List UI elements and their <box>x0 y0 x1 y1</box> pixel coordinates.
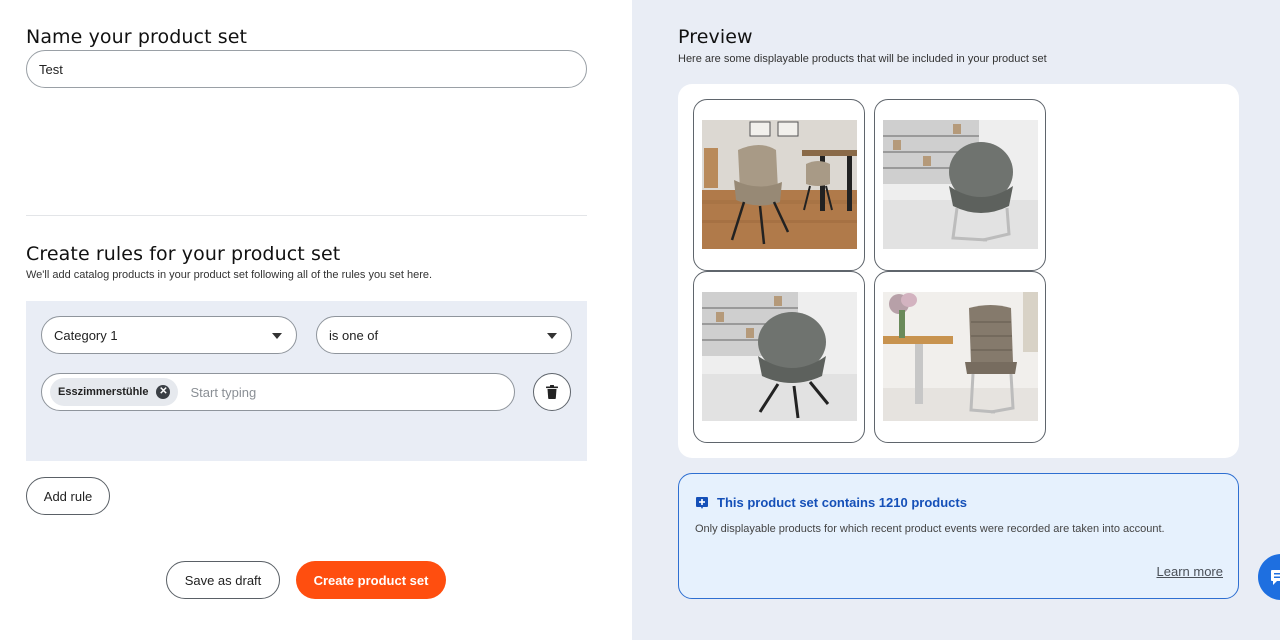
product-image <box>883 292 1038 421</box>
product-set-name-input[interactable] <box>26 50 587 88</box>
close-circle-icon[interactable]: ✕ <box>156 385 171 399</box>
trash-icon <box>546 385 558 399</box>
product-count-description: Only displayable products for which rece… <box>695 523 1165 535</box>
product-set-form: Name your product set Create rules for y… <box>0 0 632 640</box>
product-tile <box>874 271 1046 443</box>
learn-more-link[interactable]: Learn more <box>1157 564 1223 579</box>
rule-field-value: Category 1 <box>54 327 118 343</box>
name-section-title: Name your product set <box>26 26 248 48</box>
chevron-down-icon <box>547 333 557 339</box>
rule-values-typing-input[interactable] <box>190 384 441 400</box>
preview-panel: Preview Here are some displayable produc… <box>632 0 1280 640</box>
product-image <box>702 292 857 421</box>
product-tile <box>874 99 1046 271</box>
value-chip-label: Esszimmerstühle <box>58 386 149 398</box>
add-rule-button[interactable]: Add rule <box>26 477 110 515</box>
preview-subtitle: Here are some displayable products that … <box>678 53 1047 65</box>
rule-operator-select[interactable]: is one of <box>316 316 572 354</box>
value-chip: Esszimmerstühle ✕ <box>50 378 179 406</box>
product-count-title: This product set contains 1210 products <box>717 495 967 510</box>
create-product-set-button[interactable]: Create product set <box>296 561 446 599</box>
save-as-draft-button[interactable]: Save as draft <box>166 561 280 599</box>
section-divider <box>26 215 587 216</box>
rules-section-subtitle: We'll add catalog products in your produ… <box>26 269 433 281</box>
product-tile <box>693 271 865 443</box>
product-image <box>702 120 857 249</box>
delete-rule-button[interactable] <box>533 373 571 411</box>
chat-icon <box>1271 570 1280 585</box>
chevron-down-icon <box>272 333 282 339</box>
product-image <box>883 120 1038 249</box>
rule-values-input[interactable]: Esszimmerstühle ✕ <box>41 373 515 411</box>
rule-card: Category 1 is one of Esszimmerstühle ✕ <box>26 301 587 461</box>
rules-section-title: Create rules for your product set <box>26 243 341 265</box>
product-tile <box>693 99 865 271</box>
rule-operator-value: is one of <box>329 327 379 343</box>
preview-products-card <box>678 84 1239 458</box>
info-plus-icon <box>696 497 708 509</box>
preview-title: Preview <box>678 26 753 48</box>
product-count-notice: This product set contains 1210 products … <box>678 473 1239 599</box>
rule-field-select[interactable]: Category 1 <box>41 316 297 354</box>
